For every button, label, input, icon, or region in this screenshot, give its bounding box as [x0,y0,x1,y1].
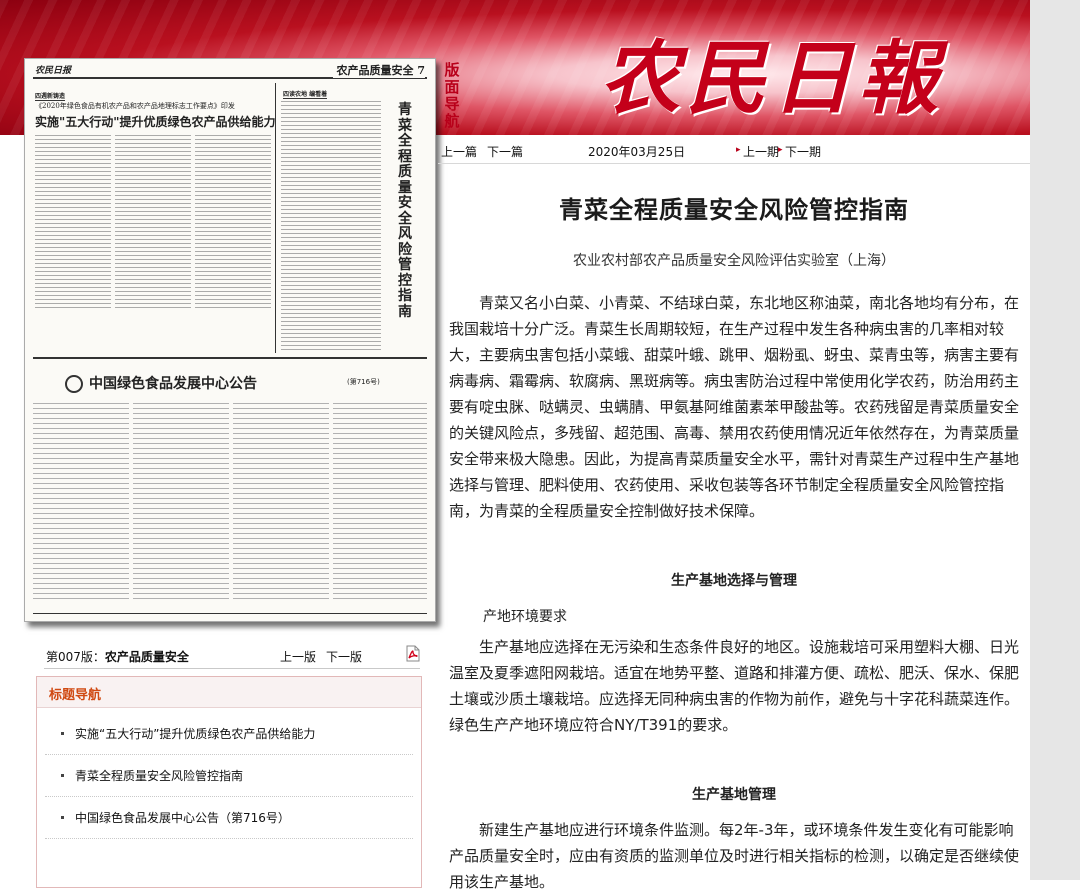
thumbnail-table [33,403,129,599]
thumbnail-notice-title[interactable]: 中国绿色食品发展中心公告 [89,373,257,393]
toc-heading: 标题导航 [49,688,102,703]
article-intro: 青菜又名小白菜、小青菜、不结球白菜，东北地区称油菜，南北各地均有分布，在我国栽培… [449,290,1021,524]
article-title: 青菜全程质量安全风险管控指南 [559,196,909,224]
bullet-icon [61,816,64,819]
pdf-download-icon[interactable] [405,645,421,662]
page-label: 第007版：农产品质量安全 [46,650,189,664]
toc-separator [45,838,413,839]
thumbnail-section-title: 农产品质量安全 7 [332,62,425,78]
toc-item[interactable]: 实施“五大行动”提升优质绿色农产品供给能力 [37,715,421,755]
next-issue-link[interactable]: 下一期 [785,143,821,160]
thumbnail-footer [33,613,427,615]
thumbnail-column-title[interactable]: 青菜全程质量安全风险管控指南 [393,102,417,320]
toc-item-label[interactable]: 中国绿色食品发展中心公告（第716号） [75,809,290,826]
page-navigation-tag: 版面导航 [444,61,460,130]
subsection-heading: 产地环境要求 [483,609,567,625]
thumbnail-masthead: 农民日报 农产品质量安全 7 [33,62,427,79]
thumbnail-table [333,403,427,599]
thumbnail-text-block [281,101,381,351]
arrow-right-icon: ▸ [778,145,783,155]
prev-article-link[interactable]: 上一篇 [441,143,477,160]
thumbnail-text-block [195,135,271,311]
next-page-link[interactable]: 下一版 [326,648,362,665]
page-nav-divider [44,668,420,669]
thumbnail-divider [275,83,276,353]
article-section-1: 生产基地应选择在无污染和生态条件良好的地区。设施栽培可采用塑料大棚、日光温室及夏… [449,634,1021,738]
toolbar-divider [438,163,1030,164]
section-heading: 生产基地管理 [692,787,776,803]
toc-item[interactable]: 青菜全程质量安全风险管控指南 [37,757,421,797]
toc-item-label[interactable]: 实施“五大行动”提升优质绿色农产品供给能力 [75,725,315,742]
newspaper-page-thumbnail[interactable]: 农民日报 农产品质量安全 7 四週新铸造 《2020年绿色食品有机农产品和农产品… [24,58,436,622]
bullet-icon [61,732,64,735]
thumbnail-logo: 农民日报 [35,66,72,76]
prev-page-link[interactable]: 上一版 [280,648,316,665]
toc-separator [45,754,413,755]
bullet-icon [61,774,64,777]
section-heading: 生产基地选择与管理 [671,573,797,589]
article-section-2: 新建生产基地应进行环境条件监测。每2年-3年，或环境条件发生变化有可能影响产品质… [449,817,1021,895]
thumbnail-divider [33,357,427,359]
site-logo: 农民日報 [600,31,944,125]
thumbnail-subheadline: 《2020年绿色食品有机农产品和农产品地理标志工作要点》印发 [35,102,235,110]
article-paragraph: 青菜又名小白菜、小青菜、不结球白菜，东北地区称油菜，南北各地均有分布，在我国栽培… [449,294,1020,520]
prev-issue-link[interactable]: 上一期 [743,143,779,160]
arrow-left-icon: ▸ [736,145,741,155]
page-name: 农产品质量安全 [104,650,189,664]
article-paragraph: 新建生产基地应进行环境条件监测。每2年-3年，或环境条件发生变化有可能影响产品质… [449,821,1020,891]
title-navigation-panel: 标题导航 实施“五大行动”提升优质绿色农产品供给能力 青菜全程质量安全风险管控指… [36,676,422,888]
article-author: 农业农村部农产品质量安全风险评估实验室（上海） [573,253,895,269]
thumbnail-headline[interactable]: 实施"五大行动"提升优质绿色农产品供给能力 [35,113,276,130]
thumbnail-text-block [35,135,111,311]
toc-separator [45,796,413,797]
toc-item-label[interactable]: 青菜全程质量安全风险管控指南 [75,767,243,784]
thumbnail-notice-number: (第716号) [347,378,380,386]
article-paragraph: 生产基地应选择在无污染和生态条件良好的地区。设施栽培可采用塑料大棚、日光温室及夏… [449,638,1020,734]
thumbnail-kicker-right: 四读农地 编看着 [283,91,328,99]
thumbnail-table [233,403,329,599]
green-food-logo-icon [65,375,83,393]
thumbnail-text-block [115,135,191,311]
toc-header: 标题导航 [37,677,421,708]
thumbnail-table [133,403,229,599]
thumbnail-kicker-left: 四週新铸造 [35,93,66,101]
next-article-link[interactable]: 下一篇 [487,143,523,160]
issue-date: 2020年03月25日 [588,145,686,159]
toc-item[interactable]: 中国绿色食品发展中心公告（第716号） [37,799,421,839]
right-margin [1030,0,1080,880]
